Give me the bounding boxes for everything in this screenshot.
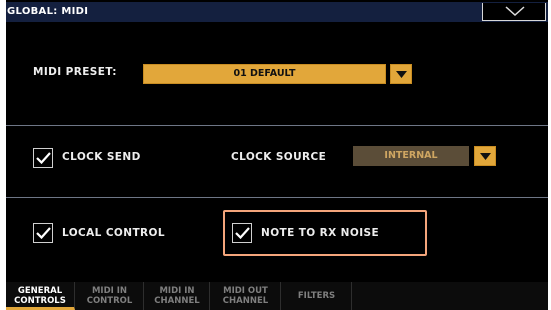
chevron-down-icon <box>505 6 525 16</box>
tab-midi-in-control[interactable]: MIDI IN CONTROL <box>76 282 144 310</box>
clock-source-dropdown-button[interactable] <box>474 146 496 166</box>
clock-send-label: CLOCK SEND <box>62 151 141 163</box>
tab-label-line2: CHANNEL <box>154 296 200 306</box>
triangle-down-icon <box>396 71 407 78</box>
clock-source-label: CLOCK SOURCE <box>231 151 327 163</box>
midi-preset-dropdown-button[interactable] <box>390 64 412 84</box>
tab-label-line1: GENERAL <box>17 286 63 296</box>
clock-send-checkbox[interactable] <box>33 148 53 168</box>
local-control-label: LOCAL CONTROL <box>62 227 165 239</box>
tab-label-line1: MIDI IN <box>91 286 128 296</box>
local-control-checkbox[interactable] <box>33 223 53 243</box>
midi-preset-dropdown[interactable]: 01 DEFAULT <box>143 64 386 84</box>
tab-label-line2: CONTROLS <box>14 296 66 306</box>
check-icon <box>36 227 51 239</box>
tab-bar: GENERAL CONTROLS MIDI IN CONTROL MIDI IN… <box>6 282 548 310</box>
check-icon <box>36 152 51 164</box>
clock-section: CLOCK SEND CLOCK SOURCE INTERNAL <box>6 126 548 198</box>
tab-general-controls[interactable]: GENERAL CONTROLS <box>6 282 75 310</box>
triangle-down-icon <box>480 153 491 160</box>
page-menu-button[interactable] <box>482 3 546 21</box>
highlight-frame <box>223 210 427 256</box>
midi-preset-label: MIDI PRESET: <box>33 66 117 78</box>
tab-midi-in-channel[interactable]: MIDI IN CHANNEL <box>145 282 210 310</box>
tab-midi-out-channel[interactable]: MIDI OUT CHANNEL <box>211 282 281 310</box>
tab-label-line2: CONTROL <box>86 296 133 306</box>
page-title: GLOBAL: MIDI <box>7 6 89 17</box>
tab-label-line1: FILTERS <box>297 291 336 301</box>
clock-source-dropdown[interactable]: INTERNAL <box>353 146 469 166</box>
tab-label-line1: MIDI IN <box>159 286 195 296</box>
midi-preset-section: MIDI PRESET: 01 DEFAULT <box>6 22 548 126</box>
title-bar: GLOBAL: MIDI <box>6 2 548 22</box>
midi-global-screen: GLOBAL: MIDI MIDI PRESET: 01 DEFAULT CLO… <box>6 0 548 310</box>
tab-label-line2: CHANNEL <box>222 296 269 306</box>
tab-label-line1: MIDI OUT <box>223 286 268 296</box>
tab-filters[interactable]: FILTERS <box>282 282 352 310</box>
